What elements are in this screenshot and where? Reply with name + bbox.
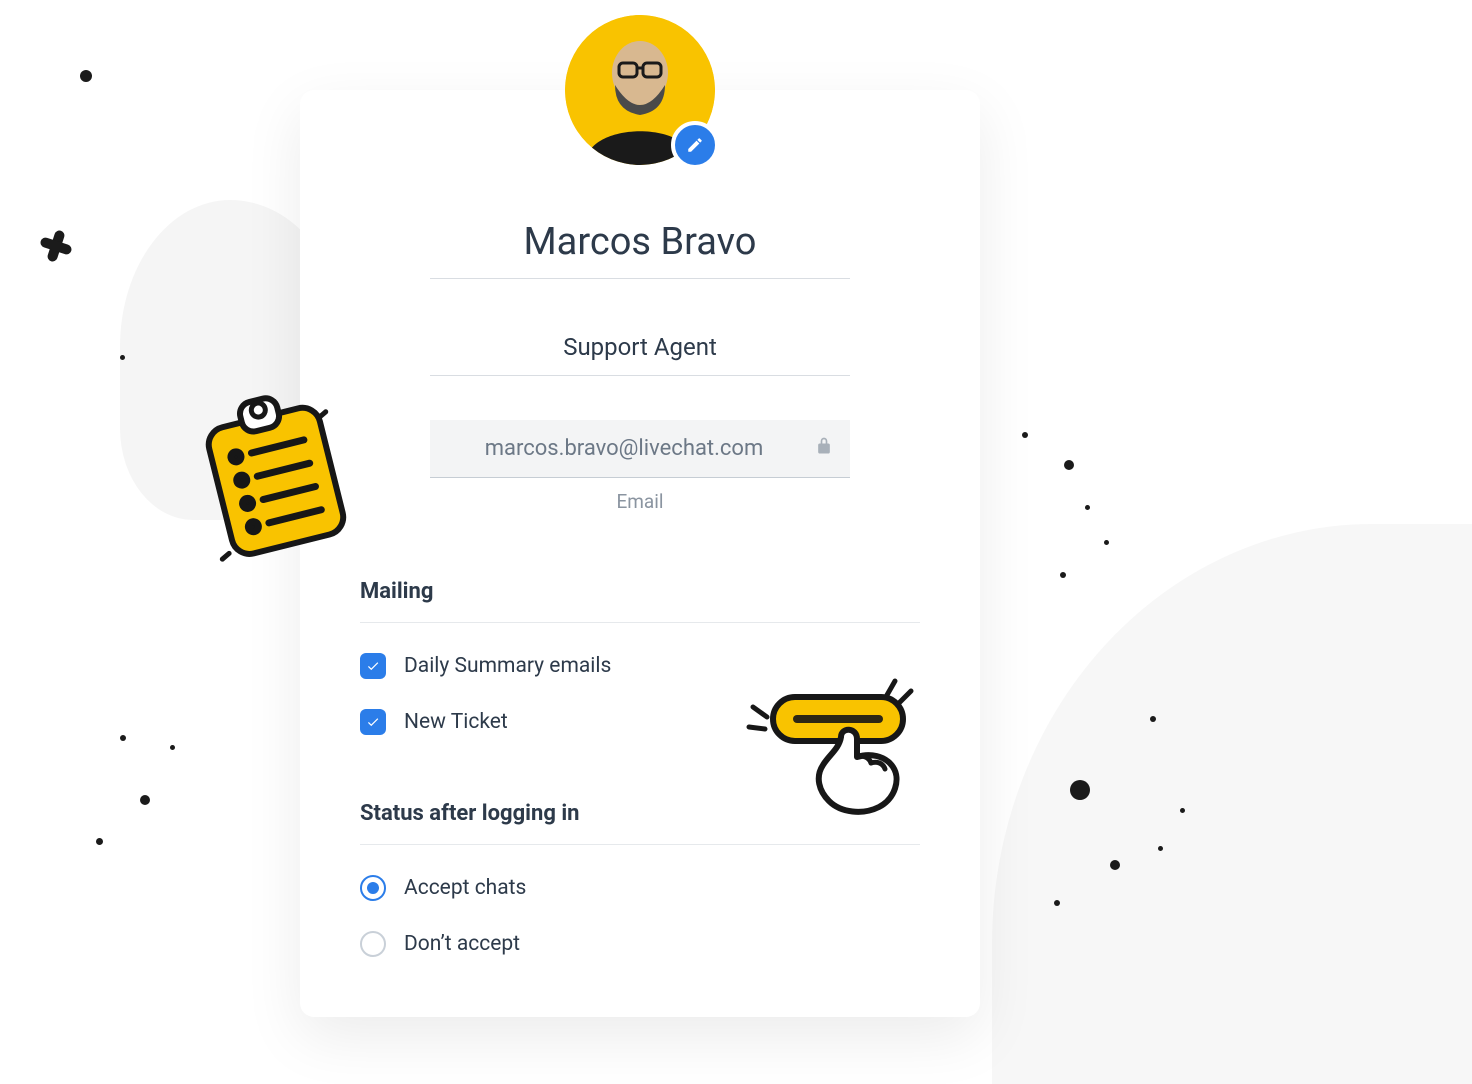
checkbox-label: New Ticket — [404, 710, 508, 734]
background-blob-right — [992, 524, 1472, 1084]
profile-card: Marcos Bravo Support Agent marcos.bravo@… — [300, 90, 980, 1017]
email-block: marcos.bravo@livechat.com Email — [430, 420, 850, 513]
decor-dot — [140, 795, 150, 805]
decor-dot — [80, 70, 92, 82]
decor-dot — [1150, 716, 1156, 722]
radio-accept-chats[interactable] — [360, 875, 386, 901]
avatar-container — [565, 15, 715, 165]
checkbox-daily-summary[interactable] — [360, 653, 386, 679]
email-input: marcos.bravo@livechat.com — [430, 420, 850, 478]
check-icon — [366, 659, 380, 673]
role-field[interactable]: Support Agent — [430, 323, 850, 376]
decor-dot — [1060, 572, 1066, 578]
decor-dot — [1054, 900, 1060, 906]
name-field[interactable]: Marcos Bravo — [430, 210, 850, 279]
edit-avatar-button[interactable] — [671, 121, 719, 169]
decor-dot — [1104, 540, 1109, 545]
decor-dot — [96, 838, 103, 845]
decor-dot — [1070, 780, 1090, 800]
lock-icon — [814, 435, 834, 463]
checkbox-label: Daily Summary emails — [404, 654, 611, 678]
decor-dot — [1085, 505, 1090, 510]
email-label: Email — [430, 490, 850, 513]
check-icon — [366, 715, 380, 729]
decor-dot — [120, 355, 125, 360]
radio-label: Accept chats — [404, 876, 526, 900]
email-value: marcos.bravo@livechat.com — [485, 436, 764, 461]
decor-dot — [170, 745, 175, 750]
mailing-section-title: Mailing — [360, 579, 920, 623]
status-option-accept[interactable]: Accept chats — [360, 875, 920, 901]
radio-label: Don’t accept — [404, 932, 520, 956]
radio-dont-accept[interactable] — [360, 931, 386, 957]
pencil-icon — [686, 136, 704, 154]
button-hand-illustration — [745, 673, 925, 827]
decor-dot — [1158, 846, 1163, 851]
decor-dot — [1110, 860, 1120, 870]
decor-dot — [1180, 808, 1185, 813]
decor-dot — [1064, 460, 1074, 470]
checkbox-new-ticket[interactable] — [360, 709, 386, 735]
decor-cross — [36, 226, 76, 266]
decor-dot — [1022, 432, 1028, 438]
decor-dot — [120, 735, 126, 741]
status-option-dont-accept[interactable]: Don’t accept — [360, 931, 920, 957]
